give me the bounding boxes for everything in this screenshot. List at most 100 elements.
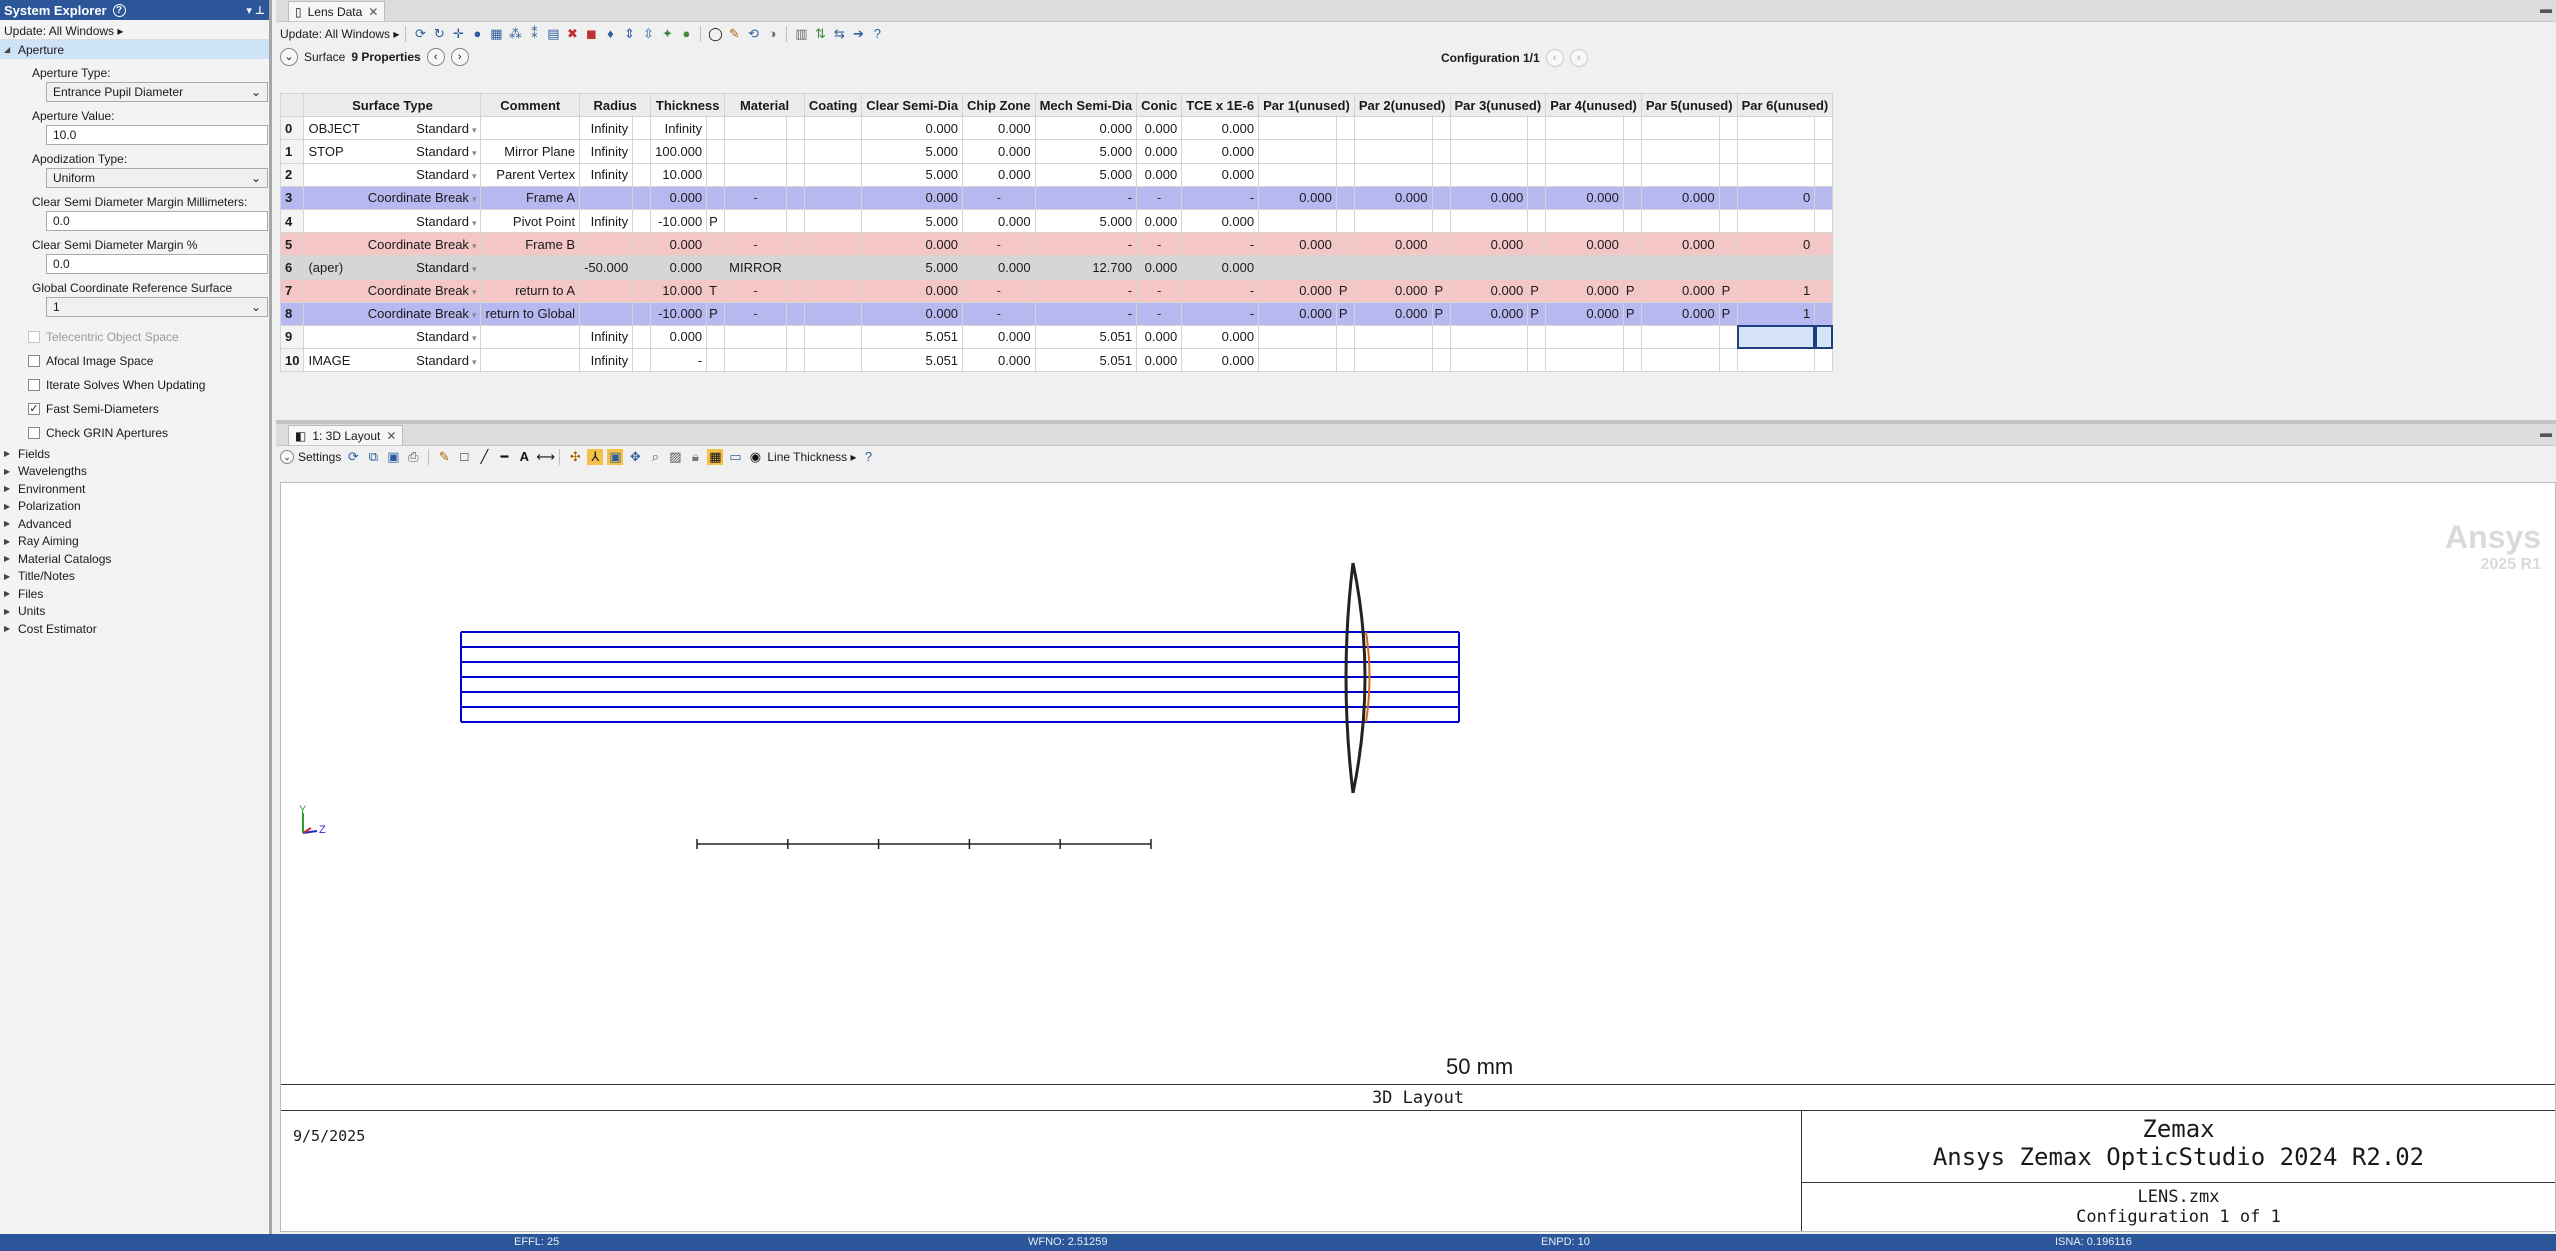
coating-cell[interactable] [803, 301, 863, 326]
surface-type-cell[interactable]: Standard ▾ [363, 208, 482, 234]
comment-cell[interactable]: return to Global [480, 301, 581, 326]
thickness-solve-cell[interactable] [706, 348, 726, 373]
par-4-solve-cell[interactable] [1622, 185, 1642, 210]
next-config-icon[interactable]: › [1569, 49, 1588, 67]
column-header[interactable]: Coating [803, 92, 863, 118]
prev-config-icon[interactable]: ‹ [1545, 49, 1564, 67]
coating-cell[interactable] [803, 208, 863, 234]
radius-solve-cell[interactable] [632, 348, 652, 373]
section-ray-aiming[interactable]: ▶ Ray Aiming [0, 533, 269, 551]
chip-zone-cell[interactable]: - [962, 232, 1036, 257]
par-2-solve-cell[interactable] [1431, 185, 1451, 210]
column-header[interactable]: Thickness [650, 92, 726, 118]
par-1-solve-cell[interactable] [1335, 208, 1355, 234]
next-surface-icon[interactable]: › [450, 48, 469, 66]
scatter2-icon[interactable]: ⁑ [526, 26, 542, 42]
par-1-cell[interactable] [1258, 208, 1337, 234]
par-3-cell[interactable]: 0.000 [1449, 185, 1529, 210]
par-2-solve-cell[interactable] [1431, 255, 1451, 280]
mech-semi-dia-cell[interactable]: - [1034, 278, 1138, 303]
thickness-solve-cell[interactable]: P [706, 301, 726, 326]
section-polarization[interactable]: ▶ Polarization [0, 498, 269, 516]
par-1-solve-cell[interactable]: P [1335, 301, 1355, 326]
par-1-solve-cell[interactable] [1335, 232, 1355, 257]
mech-semi-dia-cell[interactable]: - [1034, 185, 1138, 210]
mech-semi-dia-cell[interactable]: 5.051 [1034, 324, 1138, 350]
thickness-cell[interactable]: 0.000 [650, 324, 708, 350]
row-number[interactable]: 5 [279, 232, 305, 257]
mech-semi-dia-cell[interactable]: 12.700 [1034, 255, 1138, 280]
par-5-cell[interactable] [1640, 348, 1720, 373]
par-3-cell[interactable] [1449, 162, 1529, 187]
radius-solve-cell[interactable] [632, 278, 652, 303]
par-4-solve-cell[interactable] [1622, 162, 1642, 187]
row-number[interactable]: 8 [279, 301, 305, 326]
material-solve-cell[interactable] [785, 301, 805, 326]
comment-cell[interactable] [480, 324, 581, 350]
chip-zone-cell[interactable]: - [962, 185, 1036, 210]
conic-cell[interactable]: - [1136, 278, 1183, 303]
comment-cell[interactable]: Parent Vertex [480, 162, 581, 187]
par-1-cell[interactable] [1258, 324, 1337, 350]
column-header[interactable]: Surface Type [303, 92, 482, 118]
section-environment[interactable]: ▶ Environment [0, 480, 269, 498]
par-2-solve-cell[interactable]: P [1431, 301, 1451, 326]
checkbox[interactable] [28, 355, 40, 367]
par-1-cell[interactable]: 0.000 [1258, 232, 1337, 257]
fold-icon[interactable]: ✦ [659, 26, 675, 42]
par-3-cell[interactable] [1449, 208, 1529, 234]
mech-semi-dia-cell[interactable]: 5.051 [1034, 348, 1138, 373]
par-3-solve-cell[interactable]: P [1527, 278, 1547, 303]
clear-semi-dia-cell[interactable]: 0.000 [861, 185, 964, 210]
par-6-cell[interactable] [1736, 208, 1816, 234]
column-header[interactable]: Par 4(unused) [1545, 92, 1642, 118]
section-title-notes[interactable]: ▶ Title/Notes [0, 568, 269, 586]
par-6-solve-cell[interactable] [1814, 232, 1834, 257]
view-icon[interactable]: ▣ [607, 449, 624, 465]
material-cell[interactable]: - [724, 232, 787, 257]
rectangle-icon[interactable]: □ [456, 449, 472, 465]
tce-cell[interactable]: 0.000 [1181, 116, 1260, 141]
dropdown-icon[interactable]: ▾ [472, 218, 477, 228]
surface-type-cell[interactable]: Standard ▾ [363, 116, 482, 141]
par-2-cell[interactable] [1353, 162, 1433, 187]
par-5-cell[interactable] [1640, 324, 1720, 350]
radius-cell[interactable]: Infinity [579, 348, 634, 373]
par-4-cell[interactable]: 0.000 [1545, 301, 1624, 326]
help-icon[interactable]: ? [869, 26, 885, 42]
surface-type-cell[interactable]: Coordinate Break ▾ [363, 232, 482, 257]
surface-label[interactable] [303, 185, 364, 210]
par-3-solve-cell[interactable] [1527, 232, 1547, 257]
column-header[interactable]: Chip Zone [962, 92, 1036, 118]
expand-properties-icon[interactable]: ⌄ [280, 48, 298, 66]
thickness-solve-cell[interactable] [706, 139, 726, 164]
surface-label[interactable]: STOP [303, 139, 364, 164]
apodization-select[interactable]: Uniform ⌄ [46, 168, 268, 188]
comment-cell[interactable] [480, 348, 581, 373]
material-cell[interactable] [724, 348, 787, 373]
global-ref-select[interactable]: 1 ⌄ [46, 297, 268, 317]
par-3-solve-cell[interactable] [1527, 208, 1547, 234]
dropdown-icon[interactable]: ▾ [472, 148, 477, 158]
tilt-icon[interactable]: ♦ [602, 26, 618, 42]
dropdown-icon[interactable]: ▾ [472, 357, 477, 367]
conic-cell[interactable]: 0.000 [1136, 324, 1183, 350]
help-icon[interactable]: ? [861, 449, 877, 465]
circle-settings-icon[interactable]: ◯ [707, 26, 723, 42]
par-2-cell[interactable]: 0.000 [1353, 278, 1433, 303]
copy-icon[interactable]: ⧉ [365, 449, 381, 465]
section-cost-estimator[interactable]: ▶ Cost Estimator [0, 620, 269, 638]
par-4-cell[interactable]: 0.000 [1545, 278, 1624, 303]
par-6-solve-cell[interactable] [1814, 301, 1834, 326]
thickness-cell[interactable]: 0.000 [650, 255, 708, 280]
update-dropdown[interactable]: Update: All Windows ▸ [0, 20, 269, 40]
row-number[interactable]: 2 [279, 162, 305, 187]
chip-zone-cell[interactable]: 0.000 [962, 116, 1036, 141]
par-5-solve-cell[interactable] [1718, 116, 1738, 141]
column-header[interactable]: Material [724, 92, 805, 118]
material-cell[interactable]: MIRROR [724, 255, 787, 280]
par-4-solve-cell[interactable] [1622, 348, 1642, 373]
clear-semi-dia-cell[interactable]: 5.000 [861, 208, 964, 234]
par-5-cell[interactable] [1640, 208, 1720, 234]
text-icon[interactable]: A [516, 449, 532, 465]
